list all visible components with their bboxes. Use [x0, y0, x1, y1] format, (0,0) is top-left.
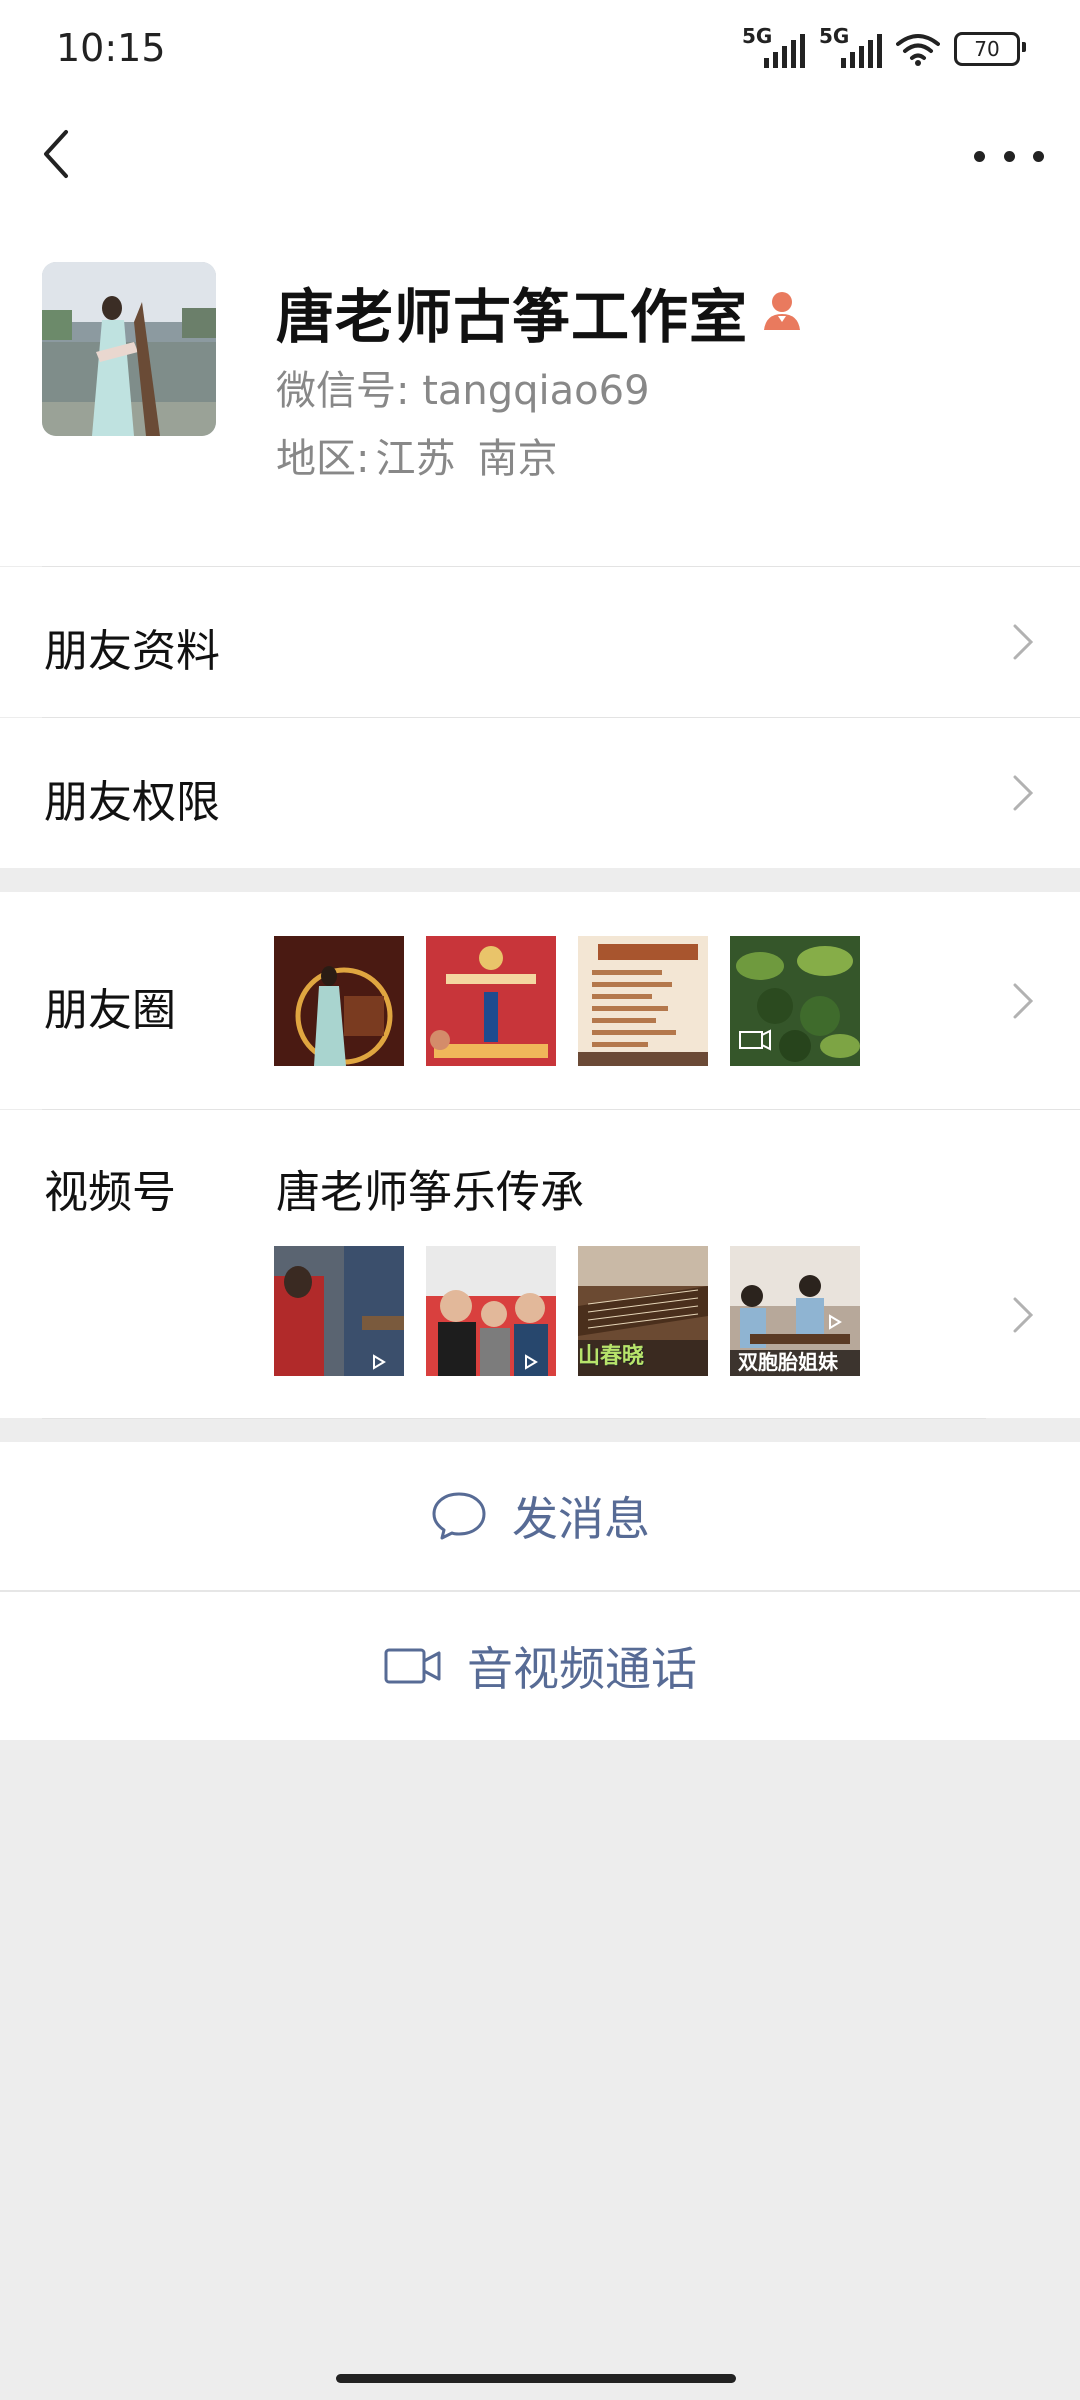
battery-icon: 70 — [954, 32, 1026, 66]
home-indicator[interactable] — [336, 2374, 736, 2383]
region: 地区: 江苏 南京 — [276, 436, 558, 482]
chat-bubble-icon — [432, 1492, 486, 1540]
signal-icon: 5G — [819, 24, 882, 68]
video-call-label: 音视频通话 — [467, 1642, 697, 1696]
friend-permissions-item[interactable]: 朋友权限 — [0, 718, 1080, 868]
avatar[interactable] — [42, 262, 216, 436]
channel-name: 唐老师筝乐传承 — [276, 1167, 584, 1218]
profile-name: 唐老师古筝工作室 — [276, 283, 749, 351]
status-bar: 10:15 5G 5G 70 — [0, 0, 1080, 100]
channels-label: 视频号 — [44, 1167, 176, 1218]
chevron-right-icon — [1013, 1297, 1034, 1333]
status-indicators: 5G 5G 70 — [742, 24, 1026, 68]
thumbnail-caption: 双胞胎姐妹 — [738, 1350, 838, 1374]
divider — [42, 1418, 986, 1419]
profile-header: 唐老师古筝工作室 微信号: tangqiao69 地区: 江苏 南京 — [0, 210, 1080, 566]
profile-name-row: 唐老师古筝工作室 — [276, 270, 802, 354]
chevron-right-icon — [1013, 775, 1034, 811]
chevron-left-icon[interactable] — [36, 124, 86, 184]
nav-bar — [0, 100, 1080, 210]
chevron-right-icon — [1013, 624, 1034, 660]
wechat-id: 微信号: tangqiao69 — [276, 368, 650, 414]
send-message-button[interactable]: 发消息 — [0, 1442, 1080, 1590]
moments-thumbnail — [274, 936, 404, 1066]
moments-item[interactable]: 朋友圈 — [0, 892, 1080, 1109]
more-dots-icon[interactable] — [974, 136, 1044, 176]
signal-icon: 5G — [742, 24, 805, 68]
thumbnail-caption: 山春晓 — [578, 1344, 645, 1369]
friend-profile-label: 朋友资料 — [44, 626, 220, 677]
channels-thumbnail: 双胞胎姐妹 — [730, 1246, 860, 1376]
moments-thumbnail — [426, 936, 556, 1066]
person-icon — [762, 288, 802, 336]
moments-thumbnail — [578, 936, 708, 1066]
status-time: 10:15 — [56, 26, 166, 70]
moments-label: 朋友圈 — [44, 985, 176, 1036]
chevron-right-icon — [1013, 983, 1034, 1019]
friend-permissions-label: 朋友权限 — [44, 777, 220, 828]
wifi-icon — [896, 32, 940, 66]
channels-thumbnail — [274, 1246, 404, 1376]
channels-item[interactable]: 视频号 唐老师筝乐传承 山春晓 双胞胎姐妹 — [0, 1110, 1080, 1418]
send-message-label: 发消息 — [512, 1492, 650, 1546]
video-call-button[interactable]: 音视频通话 — [0, 1592, 1080, 1740]
friend-profile-item[interactable]: 朋友资料 — [0, 567, 1080, 717]
moments-thumbnail — [730, 936, 860, 1066]
video-camera-icon — [384, 1648, 441, 1684]
channels-thumbnail — [426, 1246, 556, 1376]
channels-thumbnail: 山春晓 — [578, 1246, 708, 1376]
